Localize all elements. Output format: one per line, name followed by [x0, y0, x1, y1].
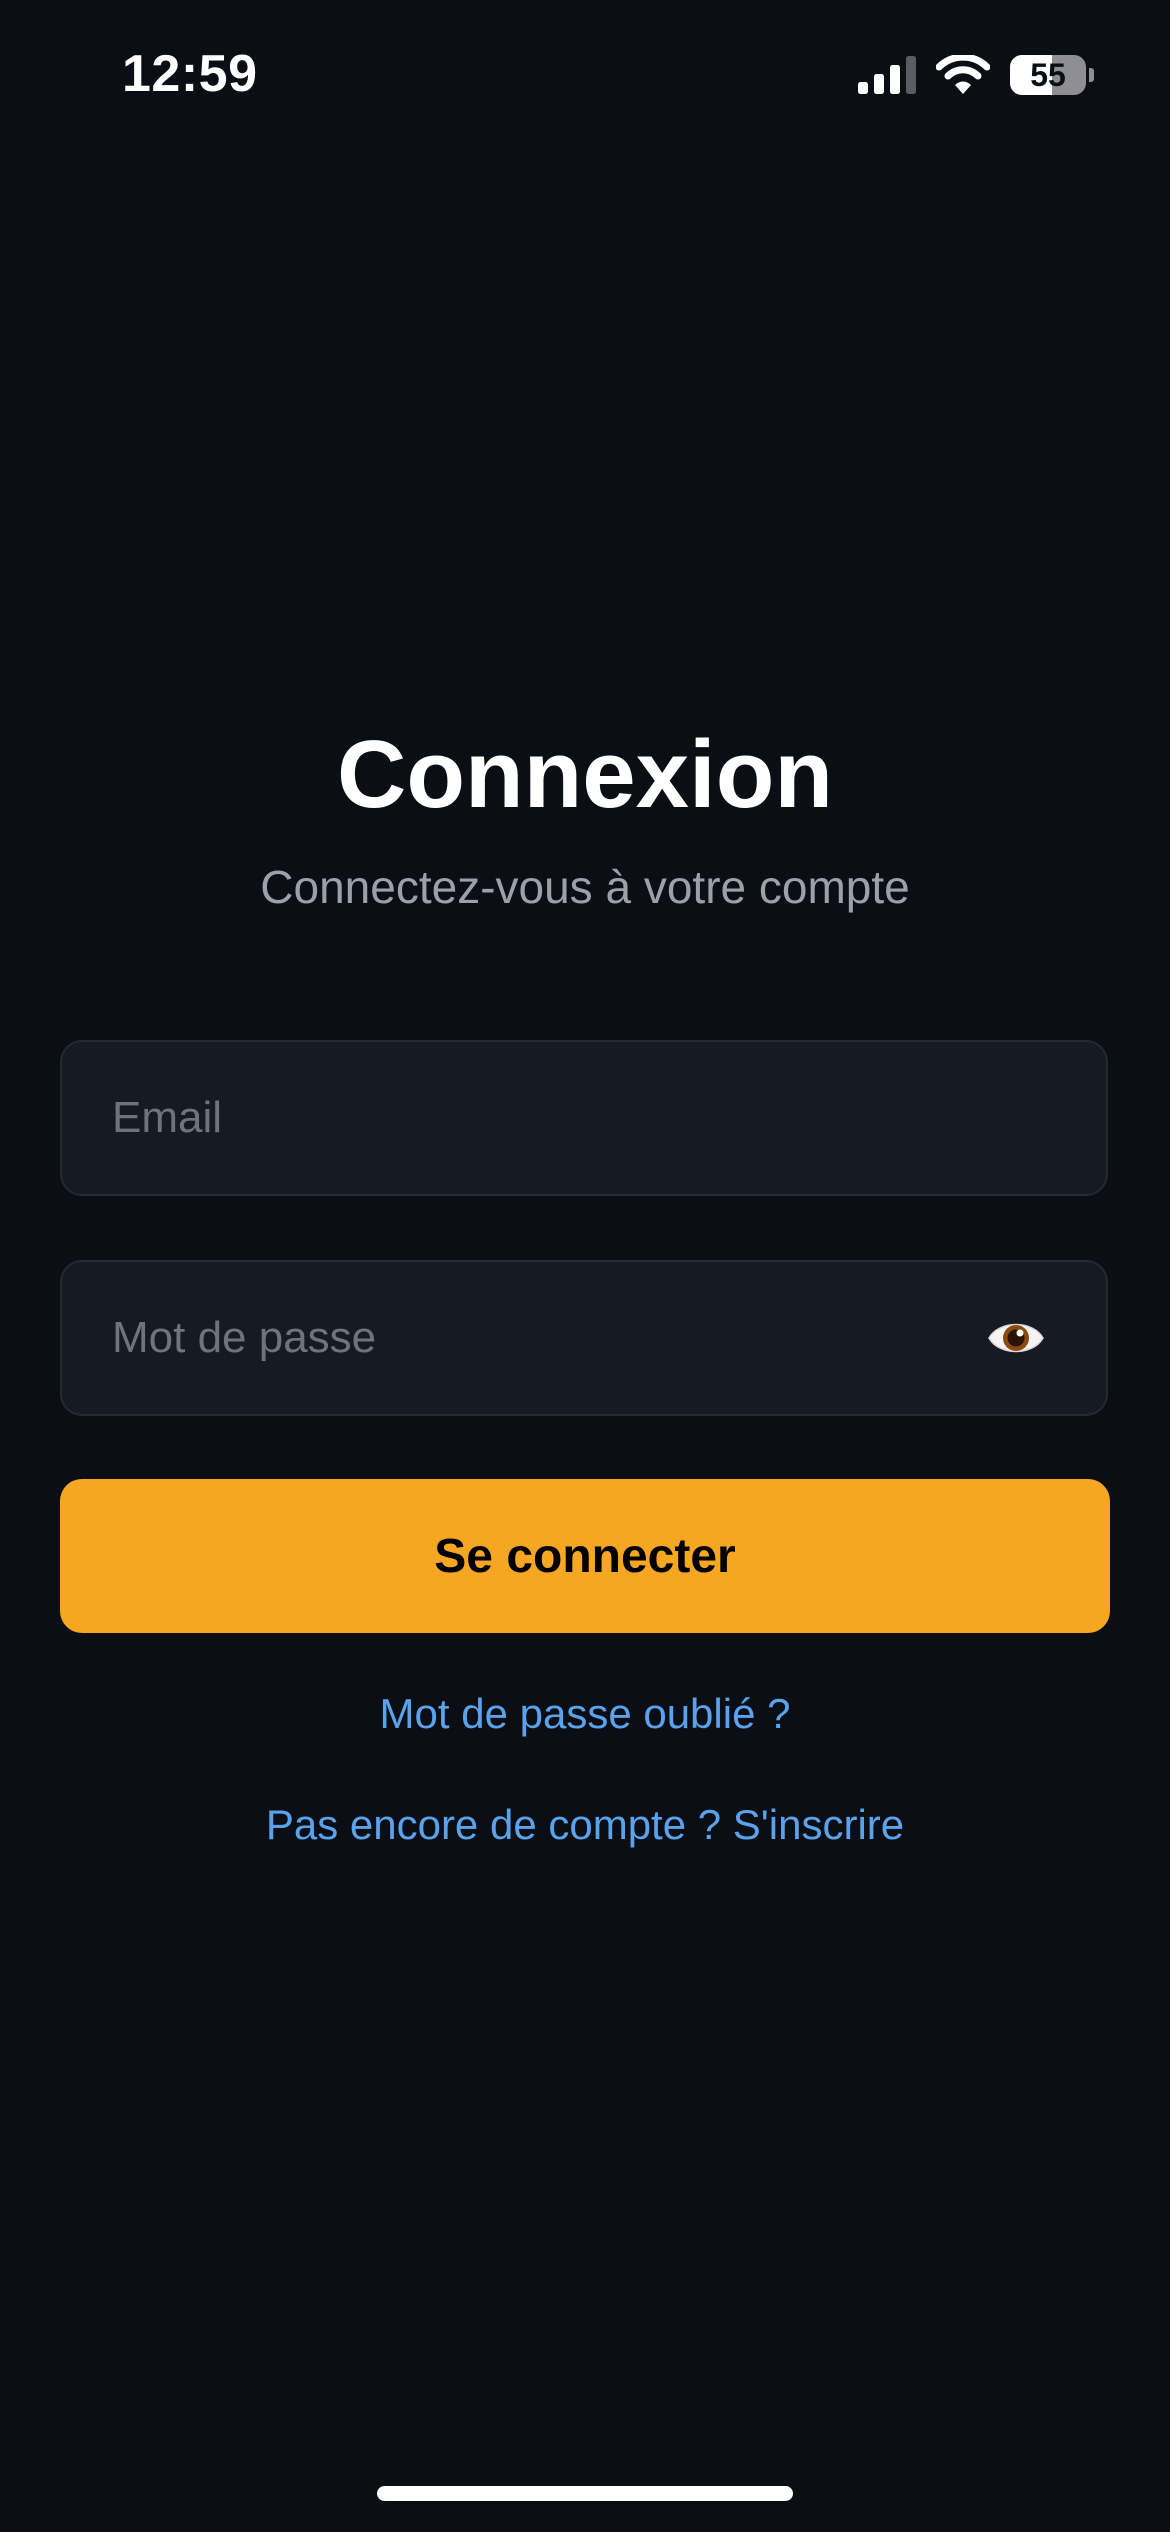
- show-password-toggle[interactable]: [986, 1312, 1046, 1364]
- home-indicator[interactable]: [377, 2486, 793, 2501]
- password-field[interactable]: [62, 1262, 1106, 1414]
- page-title: Connexion: [337, 721, 833, 828]
- forgot-password-link[interactable]: Mot de passe oublié ?: [0, 1690, 1170, 1738]
- cellular-signal-icon: [858, 56, 916, 94]
- email-field-container: [60, 1040, 1108, 1196]
- email-field[interactable]: [62, 1042, 1106, 1194]
- eye-icon: [988, 1323, 1044, 1353]
- signup-link[interactable]: Pas encore de compte ? S'inscrire: [0, 1801, 1170, 1849]
- password-field-container: [60, 1260, 1108, 1416]
- status-indicators: 55: [858, 52, 1094, 98]
- battery-percent: 55: [1030, 56, 1066, 93]
- battery-icon: 55: [1010, 55, 1086, 95]
- status-bar: 12:59 55: [0, 0, 1170, 150]
- status-time: 12:59: [122, 45, 258, 103]
- page-subtitle: Connectez-vous à votre compte: [260, 861, 910, 913]
- wifi-icon: [936, 55, 990, 94]
- login-screen: 12:59 55 Connexion Connectez-vous à votr…: [0, 0, 1170, 2532]
- login-button[interactable]: Se connecter: [60, 1479, 1110, 1633]
- battery-tip: [1089, 68, 1094, 82]
